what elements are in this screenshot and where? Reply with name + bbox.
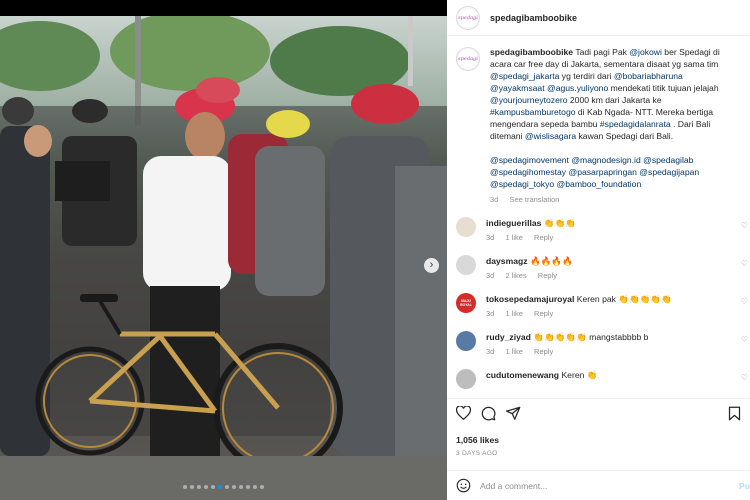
- comment-item: indieguerillas 👏👏👏 3d 1 like Reply ♡: [447, 217, 750, 244]
- carousel-dot: [246, 485, 250, 489]
- crowd-cycling-illustration: [0, 16, 447, 500]
- caption-mention[interactable]: @bobariabharuna: [614, 71, 683, 81]
- see-translation-link[interactable]: See translation: [509, 195, 559, 204]
- carousel-dot: [239, 485, 243, 489]
- comment-text: Keren pak 👏👏👏👏👏: [576, 294, 672, 304]
- comment-meta: 3d 1 like Reply: [486, 232, 576, 244]
- comment-like-heart-icon[interactable]: ♡: [741, 259, 748, 268]
- add-comment-bar: Po: [447, 470, 750, 500]
- caption-hashtag[interactable]: #spedagidalanrata: [600, 119, 671, 129]
- share-paper-plane-icon[interactable]: [506, 406, 521, 420]
- carousel-dot: [183, 485, 187, 489]
- comment-time: 3d: [486, 309, 495, 318]
- carousel-dot: [211, 485, 215, 489]
- carousel-dot: [253, 485, 257, 489]
- action-bar: 1,056 likes 3 DAYS AGO: [447, 398, 750, 457]
- comment-like-count[interactable]: 1 like: [505, 233, 523, 242]
- carousel-dot: [260, 485, 264, 489]
- comment-text: Keren 👏: [561, 370, 598, 380]
- like-count[interactable]: 1,056 likes: [456, 435, 741, 445]
- instagram-post-view: › spedagi spedagibamboobike spedagi sped…: [0, 0, 750, 500]
- caption-tags-line[interactable]: @spedagimovement @magnodesign.id @spedag…: [490, 154, 738, 166]
- comments-scroll-area[interactable]: spedagi spedagibamboobike Tadi pagi Pak …: [447, 37, 750, 395]
- comment-text: 🔥🔥🔥🔥: [529, 256, 573, 266]
- caption-mention[interactable]: @wislisagara: [525, 131, 576, 141]
- caption-hashtag[interactable]: #kampusbamburetogo: [490, 107, 576, 117]
- comment-item: rudy_ziyad 👏👏👏👏👏 mangstabbbb b 3d 1 like…: [447, 331, 750, 358]
- comment-bubble-icon[interactable]: [481, 406, 496, 421]
- comment-reply-button[interactable]: Reply: [534, 233, 553, 242]
- carousel-dot: [204, 485, 208, 489]
- comment-time: 3d: [486, 233, 495, 242]
- comment-item: cudutomenewang Keren 👏 ♡: [447, 369, 750, 389]
- comment-list: indieguerillas 👏👏👏 3d 1 like Reply ♡ day…: [447, 217, 750, 389]
- carousel-dot: [190, 485, 194, 489]
- post-side-panel: spedagi spedagibamboobike spedagi spedag…: [447, 0, 750, 500]
- comment-like-count[interactable]: 2 likes: [505, 271, 526, 280]
- like-heart-icon[interactable]: [456, 406, 471, 420]
- comment-meta: 3d 1 like Reply: [486, 346, 648, 358]
- caption-tags-line[interactable]: @spedagi_tokyo @bamboo_foundation: [490, 178, 738, 190]
- post-comment-button[interactable]: Po: [739, 481, 750, 491]
- comment-text: 👏👏👏👏👏 mangstabbbb b: [533, 332, 649, 342]
- comment-time: 3d: [486, 347, 495, 356]
- comment-item: MAJU ROYAL tokosepedamajuroyal Keren pak…: [447, 293, 750, 320]
- caption-text: Tadi pagi Pak: [575, 47, 630, 57]
- caption-mention[interactable]: @spedagi_jakarta: [490, 71, 559, 81]
- carousel-dot: [197, 485, 201, 489]
- commenter-username[interactable]: rudy_ziyad: [486, 332, 531, 342]
- account-username[interactable]: spedagibamboobike: [490, 13, 577, 23]
- post-photo[interactable]: ›: [0, 16, 447, 500]
- emoji-smiley-icon[interactable]: [456, 478, 471, 493]
- commenter-username[interactable]: cudutomenewang: [486, 370, 559, 380]
- commenter-username[interactable]: indieguerillas: [486, 218, 541, 228]
- comment-meta: 3d 2 likes Reply: [486, 270, 573, 282]
- caption-text: kawan Spedagi dari Bali.: [576, 131, 674, 141]
- carousel-dot: [225, 485, 229, 489]
- save-bookmark-icon[interactable]: [728, 406, 741, 421]
- caption-mention[interactable]: @agus.yuliyono: [547, 83, 608, 93]
- comment-meta: 3d 1 like Reply: [486, 308, 672, 320]
- caption-tags-line[interactable]: @spedagihomestay @pasarpapringan @spedag…: [490, 166, 738, 178]
- commenter-avatar[interactable]: [456, 255, 476, 275]
- next-image-button[interactable]: ›: [424, 258, 439, 273]
- carousel-dot: [218, 485, 222, 489]
- caption-username[interactable]: spedagibamboobike: [490, 47, 573, 57]
- comment-item: daysmagz 🔥🔥🔥🔥 3d 2 likes Reply ♡: [447, 255, 750, 282]
- comment-reply-button[interactable]: Reply: [534, 309, 553, 318]
- commenter-avatar[interactable]: [456, 369, 476, 389]
- commenter-avatar[interactable]: [456, 217, 476, 237]
- comment-like-heart-icon[interactable]: ♡: [741, 335, 748, 344]
- account-avatar[interactable]: spedagi: [456, 5, 480, 30]
- comment-like-count[interactable]: 1 like: [505, 347, 523, 356]
- caption-mention[interactable]: @yourjourneytozero: [490, 95, 568, 105]
- caption-text: mendekati titik tujuan jelajah: [608, 83, 719, 93]
- comment-text: 👏👏👏: [543, 218, 576, 228]
- comment-like-heart-icon[interactable]: ♡: [741, 373, 748, 382]
- carousel-dot: [232, 485, 236, 489]
- caption-text: yg terdiri dari: [559, 71, 614, 81]
- comment-reply-button[interactable]: Reply: [538, 271, 557, 280]
- commenter-avatar[interactable]: MAJU ROYAL: [456, 293, 476, 313]
- comment-like-heart-icon[interactable]: ♡: [741, 221, 748, 230]
- commenter-avatar[interactable]: [456, 331, 476, 351]
- commenter-username[interactable]: tokosepedamajuroyal: [486, 294, 574, 304]
- post-header: spedagi spedagibamboobike: [447, 0, 750, 36]
- post-timestamp: 3 DAYS AGO: [456, 450, 498, 457]
- caption-mention[interactable]: @yayakmsaat: [490, 83, 545, 93]
- commenter-username[interactable]: daysmagz: [486, 256, 528, 266]
- comment-reply-button[interactable]: Reply: [534, 347, 553, 356]
- comment-like-heart-icon[interactable]: ♡: [741, 297, 748, 306]
- caption-time: 3d: [490, 195, 499, 204]
- caption-meta: 3d See translation: [490, 194, 738, 206]
- add-comment-input[interactable]: [480, 480, 700, 491]
- carousel-indicator: [183, 485, 264, 489]
- comment-like-count[interactable]: 1 like: [505, 309, 523, 318]
- post-caption: spedagi spedagibamboobike Tadi pagi Pak …: [447, 37, 750, 206]
- caption-text: 2000 km dari Jakarta ke: [567, 95, 662, 105]
- caption-mention[interactable]: @jokowi: [629, 47, 662, 57]
- caption-avatar[interactable]: spedagi: [456, 47, 480, 71]
- comment-time: 3d: [486, 271, 495, 280]
